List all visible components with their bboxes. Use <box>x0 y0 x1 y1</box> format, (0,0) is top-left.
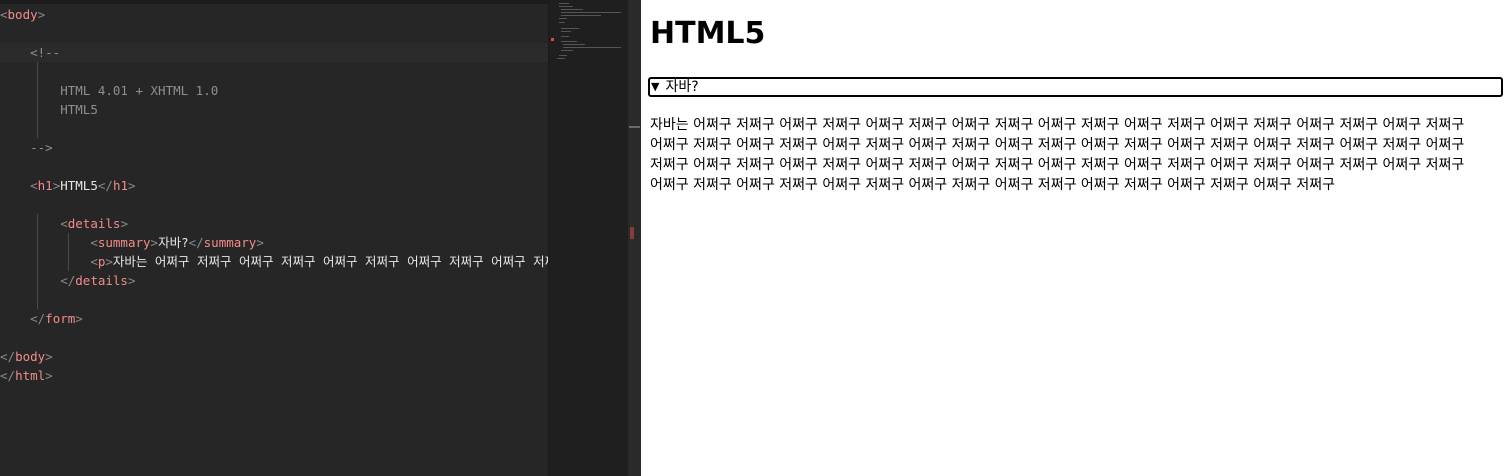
code-token-comment: HTML 4.01 + XHTML 1.0 <box>60 83 219 98</box>
code-line[interactable]: --> <box>0 138 548 157</box>
code-token-punct: </ <box>97 178 113 193</box>
code-token-tag: body <box>15 349 46 364</box>
code-token-punct: > <box>150 235 159 250</box>
code-line[interactable]: <h1>HTML5</h1> <box>0 176 548 195</box>
code-token-punct: > <box>128 178 136 193</box>
code-token-punct: </ <box>188 235 204 250</box>
code-token-comment: <!-- <box>30 45 61 60</box>
page-heading: HTML5 <box>650 16 766 51</box>
code-token-txt: 자바? <box>158 235 189 250</box>
code-line[interactable] <box>0 24 548 43</box>
code-token-punct: < <box>0 7 8 22</box>
editor-top-border <box>0 0 641 4</box>
code-line[interactable] <box>0 195 548 214</box>
disclosure-triangle-icon: ▼ <box>651 80 660 93</box>
code-token-punct: < <box>30 178 38 193</box>
code-token-punct: </ <box>0 349 16 364</box>
code-line[interactable] <box>0 119 548 138</box>
vertical-scrollbar[interactable] <box>628 0 641 476</box>
code-token-punct: </ <box>60 273 76 288</box>
details-paragraph: 자바는 어쩌구 저쩌구 어쩌구 저쩌구 어쩌구 저쩌구 어쩌구 저쩌구 어쩌구 … <box>650 117 1465 193</box>
minimap[interactable] <box>548 0 629 476</box>
code-line[interactable]: <p>자바는 어쩌구 저쩌구 어쩌구 저쩌구 어쩌구 저쩌구 어쩌구 저쩌구 어… <box>0 252 548 271</box>
code-token-tag: details <box>75 273 128 288</box>
code-line[interactable] <box>0 62 548 81</box>
code-line[interactable]: <body> <box>0 5 548 24</box>
code-token-punct: </ <box>30 311 46 326</box>
code-line[interactable]: </html> <box>0 366 548 385</box>
code-token-tag: summary <box>97 235 151 250</box>
code-line[interactable]: <summary>자바?</summary> <box>0 233 548 252</box>
code-line[interactable]: <details> <box>0 214 548 233</box>
code-token-punct: > <box>127 273 136 288</box>
minimap-marker <box>551 38 554 41</box>
scrollbar-error-mark <box>630 227 634 239</box>
code-area[interactable]: <body> <!-- HTML 4.01 + XHTML 1.0 HTML5 … <box>0 5 548 476</box>
code-token-punct: > <box>75 311 83 326</box>
code-token-punct: < <box>90 235 98 250</box>
code-line[interactable]: HTML 4.01 + XHTML 1.0 <box>0 81 548 100</box>
code-line[interactable]: HTML5 <box>0 100 548 119</box>
code-line[interactable] <box>0 290 548 309</box>
code-token-tag: body <box>7 7 38 22</box>
code-token-tag: html <box>15 368 46 383</box>
scrollbar-tick <box>629 126 640 128</box>
code-token-punct: > <box>45 368 53 383</box>
code-token-punct: </ <box>0 368 16 383</box>
details-summary[interactable]: ▼ 자바? <box>648 77 1503 97</box>
code-token-tag: h1 <box>37 178 53 193</box>
code-token-txt: 자바는 어쩌구 저쩌구 어쩌구 저쩌구 어쩌구 저쩌구 어쩌구 저쩌구 어쩌구 … <box>112 254 548 269</box>
code-line[interactable]: </form> <box>0 309 548 328</box>
code-line[interactable]: <!-- <box>0 43 548 62</box>
code-token-tag: form <box>45 311 76 326</box>
code-line[interactable] <box>0 328 548 347</box>
code-token-punct: > <box>37 7 46 22</box>
code-token-punct: > <box>105 254 113 269</box>
code-token-comment: --> <box>30 140 53 155</box>
code-line[interactable]: </body> <box>0 347 548 366</box>
code-token-punct: > <box>120 216 128 231</box>
code-token-tag: h1 <box>112 178 128 193</box>
browser-preview: HTML5 ▼ 자바? 자바는 어쩌구 저쩌구 어쩌구 저쩌구 어쩌구 저쩌구 … <box>641 0 1511 476</box>
code-token-txt: HTML5 <box>60 178 98 193</box>
code-token-punct: < <box>60 216 68 231</box>
code-token-punct: < <box>90 254 98 269</box>
code-token-tag: details <box>67 216 121 231</box>
code-editor[interactable]: <body> <!-- HTML 4.01 + XHTML 1.0 HTML5 … <box>0 0 641 476</box>
summary-label: 자바? <box>665 79 699 95</box>
code-line[interactable]: </details> <box>0 271 548 290</box>
code-line[interactable] <box>0 157 548 176</box>
code-token-punct: > <box>45 349 53 364</box>
code-token-comment: HTML5 <box>60 102 98 117</box>
code-token-punct: > <box>256 235 264 250</box>
code-token-tag: summary <box>203 235 257 250</box>
